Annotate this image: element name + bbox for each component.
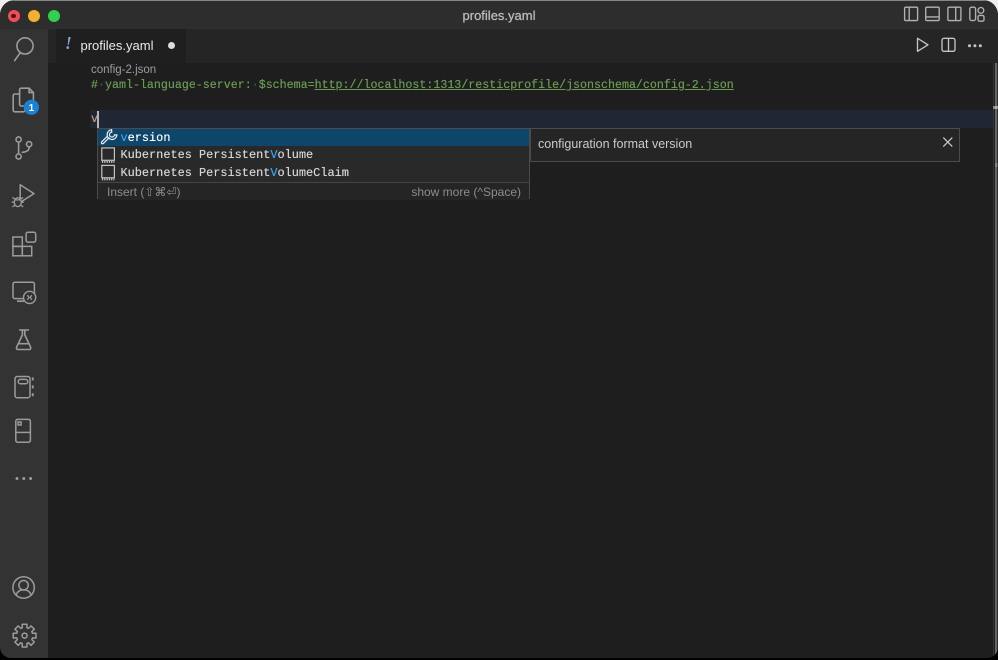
svg-text:1: 1 — [29, 103, 35, 114]
